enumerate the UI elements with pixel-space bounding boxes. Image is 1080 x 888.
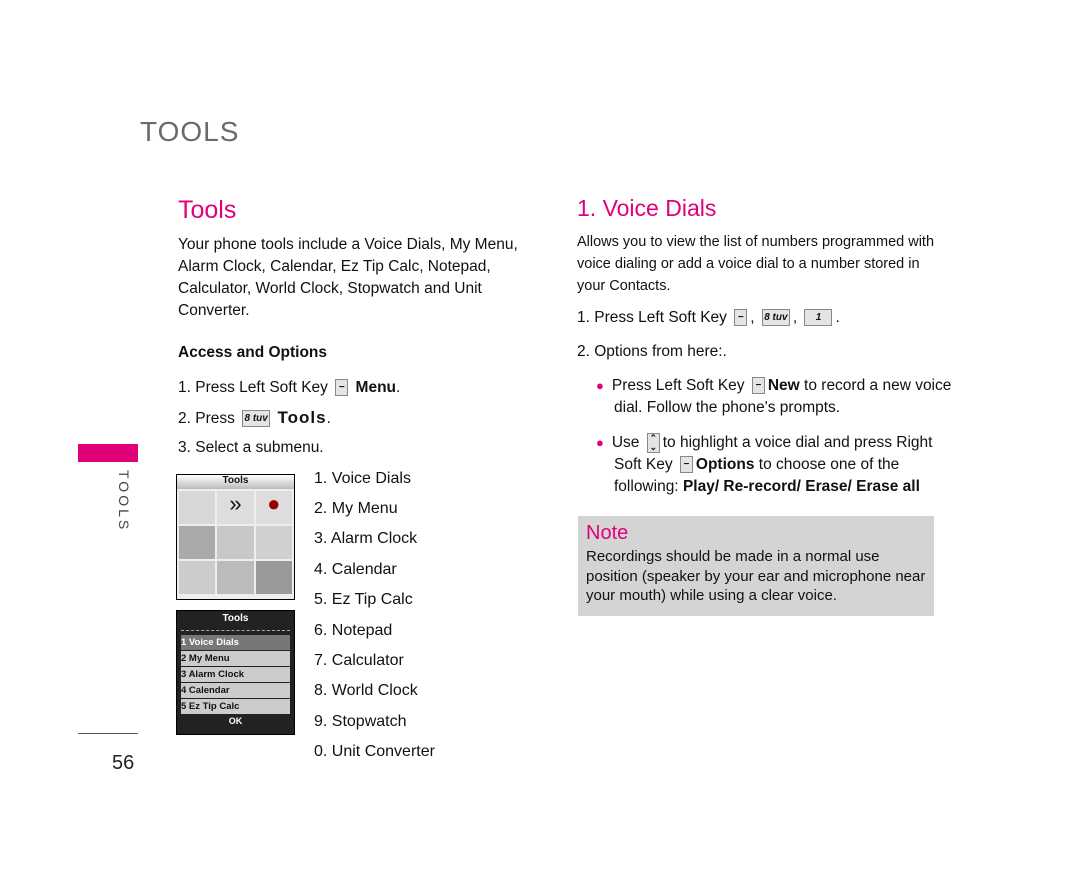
bullet-icon: ●	[596, 378, 604, 393]
step-3: 3. Select a submenu.	[178, 439, 324, 456]
side-tab-label: TOOLS	[116, 470, 132, 533]
submenu-item: 6. Notepad	[314, 622, 393, 639]
intro-text: Your phone tools include a Voice Dials, …	[178, 236, 518, 319]
section-title: 1. Voice Dials	[577, 195, 717, 221]
vd-step-2: 2. Options from here:.	[577, 343, 727, 360]
play-circle-icon: ●	[255, 491, 292, 524]
folder-icon	[179, 561, 216, 594]
text: Press Left Soft Key	[611, 377, 745, 394]
soft-key-icon: −	[751, 377, 765, 395]
submenu-item: 7. Calculator	[314, 652, 404, 669]
calendar-icon	[255, 526, 292, 559]
submenu-item: 8. World Clock	[314, 682, 418, 699]
access-heading: Access and Options	[178, 344, 328, 361]
note-text: Recordings should be made in a normal us…	[586, 548, 926, 604]
new-label: New	[767, 377, 800, 394]
softkey-ok: OK	[228, 716, 243, 726]
note-title: Note	[586, 522, 629, 544]
gear-icon	[255, 561, 292, 594]
scroll-indicator	[181, 630, 290, 631]
page-title: Tools	[178, 196, 237, 224]
manual-page: TOOLS TOOLS 56 Tools Your phone tools in…	[0, 0, 1080, 888]
step-2: 2. Press 8 tuv Tools.	[178, 407, 331, 430]
key-8-icon: 8 tuv	[761, 309, 790, 327]
step-1-text: 1. Press Left Soft Key	[178, 379, 328, 396]
tools-label: Tools	[277, 408, 327, 427]
step-2-text: 2. Press	[178, 410, 235, 427]
submenu-item: 3. Alarm Clock	[314, 530, 418, 547]
list-item: 3 Alarm Clock	[181, 667, 290, 682]
text: Use	[611, 434, 640, 451]
list-item: 1 Voice Dials	[181, 635, 290, 650]
phone-screen-grid: Tools » ●	[176, 474, 295, 600]
icon-grid: » ●	[177, 489, 294, 596]
submenu-item: 4. Calendar	[314, 561, 397, 578]
submenu-item: 0. Unit Converter	[314, 743, 435, 760]
side-tab-marker	[78, 444, 138, 462]
page-number: 56	[112, 752, 135, 774]
submenu-item: 9. Stopwatch	[314, 713, 407, 730]
phone-screen-list: Tools 1 Voice Dials 2 My Menu 3 Alarm Cl…	[176, 610, 295, 735]
submenu-item: 5. Ez Tip Calc	[314, 591, 413, 608]
punct: .	[326, 410, 331, 427]
submenu-item: 2. My Menu	[314, 500, 398, 517]
list-item: 5 Ez Tip Calc	[181, 699, 290, 714]
soft-key-icon: −	[679, 456, 693, 474]
key-1-icon: 1	[804, 309, 833, 327]
bullet-icon: ●	[596, 435, 604, 450]
menu-label: Menu	[355, 379, 397, 396]
punct: .	[396, 379, 401, 396]
screen-title: Tools	[222, 613, 249, 624]
vd-step-1-text: 1. Press Left Soft Key	[577, 309, 727, 326]
section-header: TOOLS	[140, 116, 240, 147]
envelope-icon	[179, 491, 216, 524]
nav-key-icon: ⌃ ⌄	[646, 432, 660, 453]
voice-dials-intro: Allows you to view the list of numbers p…	[577, 234, 935, 294]
chevrons-icon: »	[217, 491, 254, 524]
key-8-icon: 8 tuv	[242, 410, 271, 428]
options-label: Options	[695, 456, 755, 473]
bullet-options: ● Use ⌃ ⌄ to highlight a voice dial and pre…	[596, 432, 964, 498]
box-icon	[217, 561, 254, 594]
note-box: Note Recordings should be made in a norm…	[578, 516, 934, 616]
step-1: 1. Press Left Soft Key − Menu.	[178, 377, 400, 399]
list-item: 2 My Menu	[181, 651, 290, 666]
clock-icon	[217, 526, 254, 559]
soft-key-icon: −	[734, 309, 748, 327]
options-list: Play/ Re-record/ Erase/ Erase all	[682, 478, 920, 495]
bullet-new: ● Press Left Soft Key − New to record a ne…	[596, 375, 964, 419]
screen-title: Tools	[177, 475, 294, 489]
list-item: 4 Calendar	[181, 683, 290, 698]
clapper-icon	[179, 526, 216, 559]
divider	[78, 733, 138, 734]
vd-step-1: 1. Press Left Soft Key −, 8 tuv, 1.	[577, 309, 840, 327]
soft-key-icon: −	[335, 379, 349, 397]
submenu-item: 1. Voice Dials	[314, 470, 411, 487]
